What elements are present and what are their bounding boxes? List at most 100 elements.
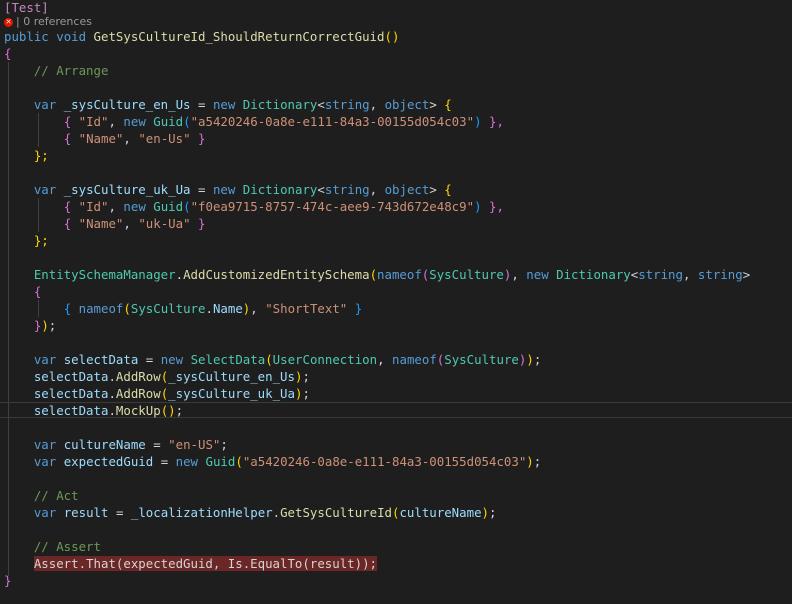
brace: { bbox=[33, 284, 42, 299]
class-name: SysCulture bbox=[444, 352, 519, 367]
type-name: Guid bbox=[205, 454, 236, 469]
error-icon: ✕ bbox=[4, 17, 13, 27]
code-line-schema-entry[interactable]: { nameof(SysCulture.Name), "ShortText" } bbox=[4, 300, 363, 317]
brace: { bbox=[63, 114, 72, 129]
code-line-close-brace[interactable]: } bbox=[4, 572, 11, 589]
code-line-en-us-name[interactable]: { "Name", "en-Us" } bbox=[4, 130, 206, 147]
brace: }; bbox=[33, 233, 49, 248]
code-line-comment-arrange[interactable]: // Arrange bbox=[4, 62, 109, 79]
brace: } bbox=[198, 216, 206, 231]
code-line-expected-guid[interactable]: var expectedGuid = new Guid("a5420246-0a… bbox=[4, 453, 541, 470]
field-name: _localizationHelper bbox=[130, 505, 273, 520]
brace: }, bbox=[489, 199, 504, 214]
paren: ( bbox=[265, 352, 273, 367]
keyword-var: var bbox=[33, 352, 57, 367]
code-line-signature[interactable]: public void GetSysCultureId_ShouldReturn… bbox=[4, 28, 399, 45]
var-name: selectData bbox=[33, 386, 109, 401]
punct: < bbox=[317, 182, 325, 197]
code-line-open-brace[interactable]: { bbox=[4, 45, 11, 62]
type-arg: object bbox=[384, 182, 430, 197]
code-line-comment-assert[interactable]: // Assert bbox=[4, 538, 101, 555]
punct: ; bbox=[302, 386, 310, 401]
type-arg: string bbox=[324, 97, 370, 112]
keyword-public: public bbox=[4, 29, 49, 44]
keyword-nameof: nameof bbox=[392, 352, 437, 367]
code-line-uk-ua-end[interactable]: }; bbox=[4, 232, 49, 249]
code-line-select-data[interactable]: var selectData = new SelectData(UserConn… bbox=[4, 351, 541, 368]
var-name: selectData bbox=[33, 403, 109, 418]
op-eq: = bbox=[198, 182, 206, 197]
code-line-add-row-en[interactable]: selectData.AddRow(_sysCulture_en_Us); bbox=[4, 368, 310, 385]
code-line-var-uk-ua[interactable]: var _sysCulture_uk_Ua = new Dictionary<s… bbox=[4, 181, 452, 198]
class-name: UserConnection bbox=[272, 352, 378, 367]
references-count: | 0 references bbox=[16, 15, 92, 28]
code-line-en-us-end[interactable]: }; bbox=[4, 147, 49, 164]
punct: . bbox=[175, 267, 184, 282]
codelens-references[interactable]: ✕ | 0 references bbox=[4, 14, 92, 29]
class-name: EntitySchemaManager bbox=[33, 267, 176, 282]
string-literal: "Name" bbox=[78, 216, 124, 231]
code-line-add-row-uk[interactable]: selectData.AddRow(_sysCulture_uk_Ua); bbox=[4, 385, 310, 402]
string-literal: "a5420246-0a8e-e111-84a3-00155d054c03" bbox=[242, 454, 527, 469]
code-line-schema-brace[interactable]: { bbox=[4, 283, 41, 300]
punct: . bbox=[108, 403, 116, 418]
code-line-schema-end[interactable]: }); bbox=[4, 317, 56, 334]
op-eq: = bbox=[160, 454, 169, 469]
string-literal: "Id" bbox=[78, 114, 109, 129]
code-line-uk-ua-id[interactable]: { "Id", new Guid("f0ea9715-8757-474c-aee… bbox=[4, 198, 504, 215]
assert-statement-highlighted: Assert.That(expectedGuid, Is.EqualTo(res… bbox=[33, 556, 377, 571]
method-close-brace: } bbox=[4, 573, 12, 588]
keyword-var: var bbox=[33, 454, 57, 469]
string-literal: "en-Us" bbox=[138, 131, 191, 146]
var-name: cultureName bbox=[63, 437, 146, 452]
punct: ; bbox=[302, 369, 310, 384]
code-line-uk-ua-name[interactable]: { "Name", "uk-Ua" } bbox=[4, 215, 206, 232]
code-line-result[interactable]: var result = _localizationHelper.GetSysC… bbox=[4, 504, 497, 521]
code-line-assert[interactable]: Assert.That(expectedGuid, Is.EqualTo(res… bbox=[4, 555, 377, 572]
punct: > bbox=[429, 182, 437, 197]
code-line-mockup[interactable]: selectData.MockUp(); bbox=[4, 402, 183, 419]
keyword-new: new bbox=[526, 267, 549, 282]
op-eq: = bbox=[145, 352, 154, 367]
code-editor[interactable]: [Test] ✕ | 0 references public void GetSy… bbox=[0, 0, 792, 604]
code-line-en-us-id[interactable]: { "Id", new Guid("a5420246-0a8e-e111-84a… bbox=[4, 113, 504, 130]
var-name: selectData bbox=[63, 352, 139, 367]
string-literal: "en-US" bbox=[168, 437, 221, 452]
paren: ( bbox=[369, 267, 378, 282]
keyword-var: var bbox=[33, 505, 57, 520]
code-line-add-schema[interactable]: EntitySchemaManager.AddCustomizedEntityS… bbox=[4, 266, 750, 283]
method-parens: () bbox=[384, 29, 400, 44]
punct: ; bbox=[175, 403, 184, 418]
keyword-void: void bbox=[56, 29, 87, 44]
comment-arrange: // Arrange bbox=[33, 63, 109, 78]
paren: ) bbox=[526, 352, 534, 367]
type-arg: string bbox=[324, 182, 370, 197]
punct: , bbox=[123, 216, 131, 231]
var-name: _sysCulture_uk_Ua bbox=[168, 386, 295, 401]
punct: . bbox=[205, 301, 213, 316]
punct: ; bbox=[489, 505, 497, 520]
code-line-var-en-us[interactable]: var _sysCulture_en_Us = new Dictionary<s… bbox=[4, 96, 452, 113]
code-line-comment-act[interactable]: // Act bbox=[4, 487, 79, 504]
type-arg: object bbox=[384, 97, 430, 112]
punct: , bbox=[682, 267, 691, 282]
method-call: MockUp bbox=[115, 403, 161, 418]
comment-assert: // Assert bbox=[33, 539, 101, 554]
brace: { bbox=[63, 199, 72, 214]
brace: } bbox=[198, 131, 206, 146]
keyword-nameof: nameof bbox=[377, 267, 422, 282]
string-literal: "Name" bbox=[78, 131, 124, 146]
brace: { bbox=[444, 97, 452, 112]
keyword-var: var bbox=[33, 437, 57, 452]
punct: < bbox=[317, 97, 325, 112]
string-literal: "a5420246-0a8e-e111-84a3-00155d054c03" bbox=[190, 114, 475, 129]
brace: } bbox=[354, 301, 363, 316]
code-line-culture-name[interactable]: var cultureName = "en-US"; bbox=[4, 436, 228, 453]
punct: , bbox=[108, 114, 116, 129]
brace: { bbox=[63, 216, 72, 231]
method-call: AddRow bbox=[115, 386, 161, 401]
var-name: result bbox=[63, 505, 109, 520]
type-name: Dictionary bbox=[242, 97, 318, 112]
string-literal: "ShortText" bbox=[265, 301, 348, 316]
keyword-nameof: nameof bbox=[78, 301, 124, 316]
